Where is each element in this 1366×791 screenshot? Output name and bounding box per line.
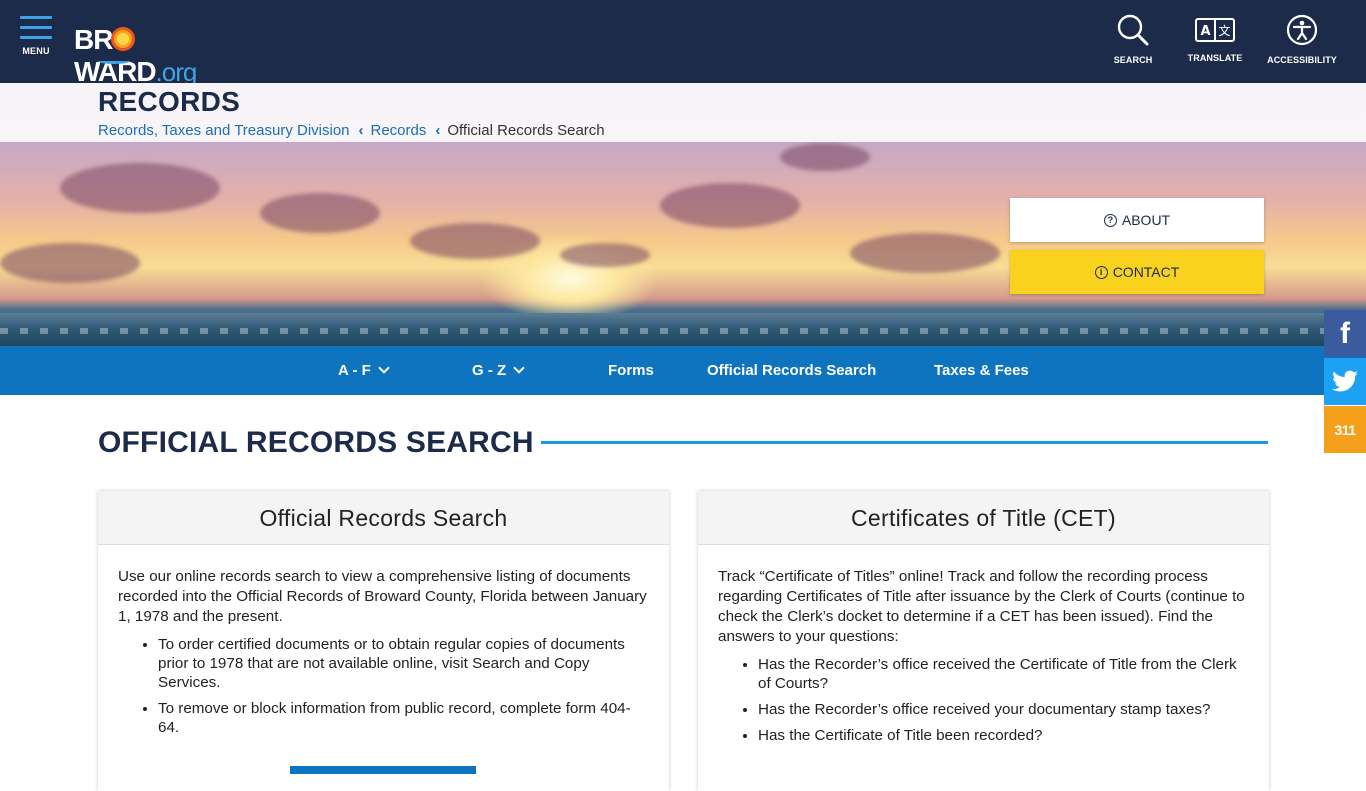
- section-nav: A - F G - Z Forms Official Records Searc…: [0, 346, 1366, 395]
- logo-text: BRWARD: [74, 24, 157, 87]
- info-circle-icon: i: [1094, 265, 1108, 279]
- facebook-icon: f: [1340, 316, 1350, 350]
- nav-item-a-f[interactable]: A - F: [338, 346, 390, 395]
- cloud: [780, 143, 870, 171]
- wave-icon: [98, 58, 130, 64]
- 311-icon: 311: [1334, 421, 1356, 438]
- question-circle-icon: ?: [1103, 213, 1117, 227]
- broward-logo[interactable]: BRWARD.org: [74, 24, 249, 87]
- card-certificates-of-title: Certificates of Title (CET) Track “Certi…: [698, 491, 1269, 791]
- nav-item-forms[interactable]: Forms: [608, 346, 654, 395]
- nav-item-a-f-label: A - F: [338, 362, 371, 379]
- search-icon: [1117, 14, 1149, 46]
- card-title: Official Records Search: [98, 491, 669, 545]
- nav-item-g-z-label: G - Z: [472, 362, 507, 379]
- cloud: [660, 183, 800, 228]
- menu-label: MENU: [22, 46, 50, 56]
- hamburger-icon: [20, 16, 52, 19]
- search-button[interactable]: SEARCH: [1108, 14, 1158, 68]
- list-item: To order certified documents or to obtai…: [158, 635, 649, 692]
- wave-foam: [0, 328, 1366, 334]
- about-label: ABOUT: [1121, 212, 1171, 228]
- breadcrumb-link-records[interactable]: Records: [371, 122, 427, 139]
- chevron-left-icon: ‹: [358, 122, 364, 139]
- hero-banner: RECORDS Records, Taxes and Treasury Divi…: [0, 83, 1366, 346]
- card-intro: Use our online records search to view a …: [118, 568, 647, 625]
- chevron-left-icon: ‹: [435, 122, 441, 139]
- card-bullet-list: Has the Recorder’s office received the C…: [758, 655, 1249, 745]
- nav-item-g-z[interactable]: G - Z: [472, 346, 525, 395]
- card-bullet-list: To order certified documents or to obtai…: [158, 635, 649, 737]
- facebook-button[interactable]: f: [1324, 310, 1366, 357]
- sun-icon: [111, 27, 136, 51]
- cloud: [0, 243, 140, 283]
- translate-icon: A 文: [1195, 18, 1235, 42]
- cloud: [60, 163, 220, 213]
- list-item: Has the Recorder’s office received your …: [758, 700, 1249, 719]
- card-official-records-search: Official Records Search Use our online r…: [98, 491, 669, 791]
- twitter-button[interactable]: [1324, 358, 1366, 405]
- chevron-down-icon: [513, 362, 525, 374]
- card-body: Use our online records search to view a …: [98, 545, 669, 737]
- breadcrumb: Records, Taxes and Treasury Division ‹ Rec…: [98, 122, 605, 139]
- contact-button[interactable]: i CONTACT: [1010, 250, 1264, 294]
- hamburger-icon-bar: [20, 26, 52, 29]
- accessibility-label: ACCESSIBILITY: [1267, 55, 1337, 65]
- contact-label: CONTACT: [1112, 264, 1180, 280]
- list-item: Has the Certificate of Title been record…: [758, 726, 1249, 745]
- cloud: [850, 233, 1000, 273]
- chevron-down-icon: [378, 362, 390, 374]
- twitter-icon: [1332, 370, 1358, 391]
- search-records-button[interactable]: [290, 766, 476, 774]
- list-item: To remove or block information from publ…: [158, 699, 649, 737]
- section-title: OFFICIAL RECORDS SEARCH: [98, 426, 534, 459]
- translate-button[interactable]: A 文 TRANSLATE: [1184, 14, 1246, 66]
- card-body: Track “Certificate of Titles” online! Tr…: [698, 545, 1269, 745]
- accessibility-icon: [1286, 14, 1318, 46]
- svg-text:文: 文: [1218, 23, 1230, 38]
- card-title: Certificates of Title (CET): [698, 491, 1269, 545]
- accessibility-button[interactable]: ACCESSIBILITY: [1262, 14, 1342, 68]
- cloud: [410, 223, 540, 259]
- section-divider: [541, 441, 1268, 444]
- cloud: [560, 243, 650, 267]
- card-intro: Track “Certificate of Titles” online! Tr…: [718, 568, 1245, 645]
- breadcrumb-current: Official Records Search: [447, 122, 605, 139]
- site-header: MENU BRWARD.org SEARCH A 文 TRANSLATE ACC…: [0, 0, 1366, 87]
- search-label: SEARCH: [1113, 55, 1153, 65]
- about-button[interactable]: ? ABOUT: [1010, 198, 1264, 242]
- title-band: RECORDS Records, Taxes and Treasury Divi…: [0, 83, 1366, 142]
- cloud: [260, 193, 380, 233]
- menu-button[interactable]: MENU: [18, 16, 54, 66]
- nav-item-taxes-fees[interactable]: Taxes & Fees: [934, 346, 1029, 395]
- nav-item-official-records-search[interactable]: Official Records Search: [707, 346, 876, 395]
- breadcrumb-link-division[interactable]: Records, Taxes and Treasury Division: [98, 122, 350, 139]
- translate-label: TRANSLATE: [1187, 53, 1243, 63]
- hamburger-icon-bar: [20, 36, 52, 39]
- 311-button[interactable]: 311: [1324, 406, 1366, 453]
- svg-text:A: A: [1200, 24, 1210, 39]
- page-title: RECORDS: [98, 86, 241, 117]
- list-item: Has the Recorder’s office received the C…: [758, 655, 1249, 693]
